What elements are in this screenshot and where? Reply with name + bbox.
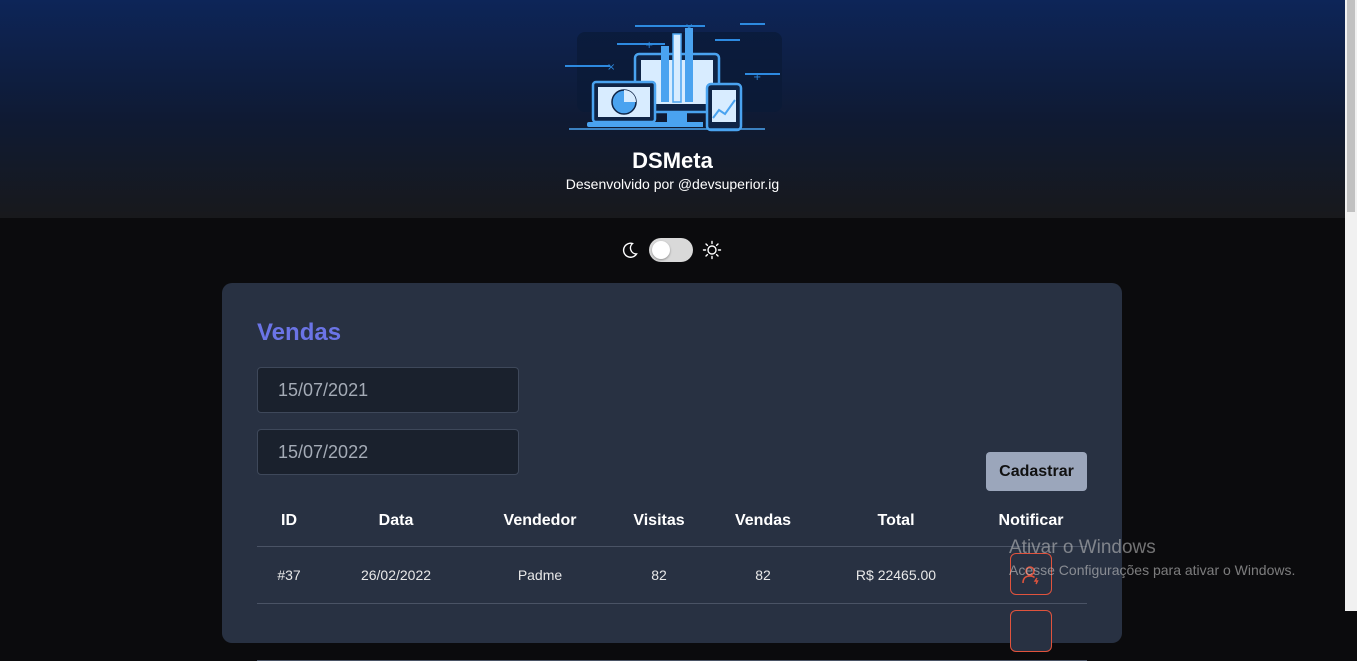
svg-text:+: + [645, 40, 653, 51]
moon-icon [622, 242, 638, 258]
cell-notify [975, 603, 1087, 661]
column-header-sales: Vendas [709, 495, 817, 547]
windows-activation-message: Acesse Configurações para ativar o Windo… [1009, 562, 1296, 578]
cell-total: R$ 22465.00 [817, 546, 975, 604]
table-row [257, 603, 1087, 661]
cell-date: 26/02/2022 [321, 546, 471, 604]
column-header-total: Total [817, 495, 975, 547]
page-header: + × × + DSMeta Desenvolvido por @devsupe… [0, 0, 1345, 218]
column-header-visits: Visitas [609, 495, 709, 547]
theme-toggle [618, 236, 728, 266]
app-subtitle: Desenvolvido por @devsuperior.ig [565, 176, 780, 192]
sales-card: Vendas Cadastrar ID Data Vendedor Visita… [222, 283, 1122, 661]
table-header-row: ID Data Vendedor Visitas Vendas Total No… [257, 495, 1087, 547]
svg-text:×: × [607, 62, 615, 73]
sun-icon [702, 240, 722, 260]
notify-button[interactable] [1010, 609, 1052, 652]
sales-table: ID Data Vendedor Visitas Vendas Total No… [257, 495, 1087, 661]
scrollbar-thumb[interactable] [1347, 0, 1355, 212]
column-header-id: ID [257, 495, 321, 547]
column-header-date: Data [321, 495, 471, 547]
register-button[interactable]: Cadastrar [986, 452, 1087, 491]
cell-sales: 82 [709, 546, 817, 604]
max-date-input[interactable] [257, 429, 519, 475]
sales-title: Vendas [257, 319, 342, 346]
vertical-scrollbar[interactable] [1345, 0, 1357, 611]
theme-switch[interactable] [649, 238, 693, 262]
cell-seller: Padme [471, 546, 609, 604]
cell-id: #37 [257, 546, 321, 604]
column-header-seller: Vendedor [471, 495, 609, 547]
min-date-input[interactable] [257, 367, 519, 413]
table-row: #37 26/02/2022 Padme 82 82 R$ 22465.00 [257, 546, 1087, 604]
cell-visits: 82 [609, 546, 709, 604]
app-title: DSMeta [632, 148, 713, 173]
dashboard-logo-icon: + × × + [565, 22, 782, 132]
cell-partial [257, 603, 975, 661]
windows-activation-title: Ativar o Windows [1009, 537, 1156, 558]
switch-knob [652, 241, 670, 259]
svg-text:+: + [753, 72, 761, 83]
